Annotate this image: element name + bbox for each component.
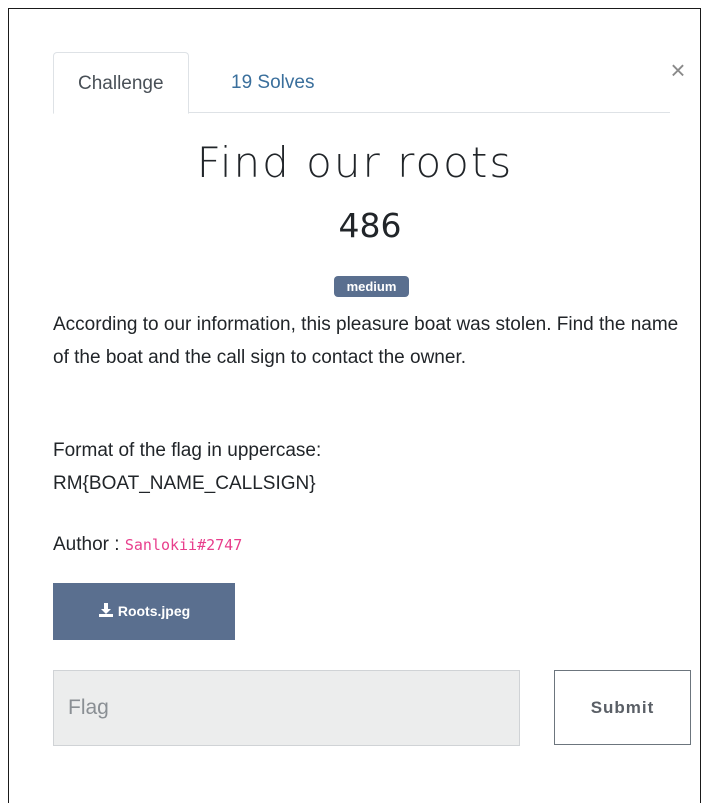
submit-button[interactable]: Submit bbox=[554, 670, 691, 745]
tab-challenge[interactable]: Challenge bbox=[53, 52, 189, 114]
flag-format-description: Format of the flag in uppercase: RM{BOAT… bbox=[53, 434, 683, 500]
download-icon bbox=[98, 603, 113, 617]
author-line: Author : Sanlokii#2747 bbox=[53, 528, 242, 562]
author-name: Sanlokii#2747 bbox=[124, 536, 243, 554]
challenge-tabs: Challenge 19 Solves bbox=[53, 52, 670, 114]
author-label: Author : bbox=[53, 534, 125, 555]
file-name: Roots.jpeg bbox=[117, 603, 191, 619]
flag-format-label: Format of the flag in uppercase: bbox=[53, 440, 322, 461]
challenge-points: 486 bbox=[338, 206, 402, 245]
flag-format-example: RM{BOAT_NAME_CALLSIGN} bbox=[53, 473, 316, 494]
difficulty-badge: medium bbox=[334, 276, 409, 297]
challenge-title: Find our roots bbox=[196, 138, 514, 187]
tab-solves[interactable]: 19 Solves bbox=[207, 52, 338, 113]
flag-input[interactable] bbox=[53, 670, 520, 746]
download-file-button[interactable]: Roots.jpeg bbox=[53, 583, 235, 640]
challenge-description: According to our information, this pleas… bbox=[53, 314, 679, 368]
